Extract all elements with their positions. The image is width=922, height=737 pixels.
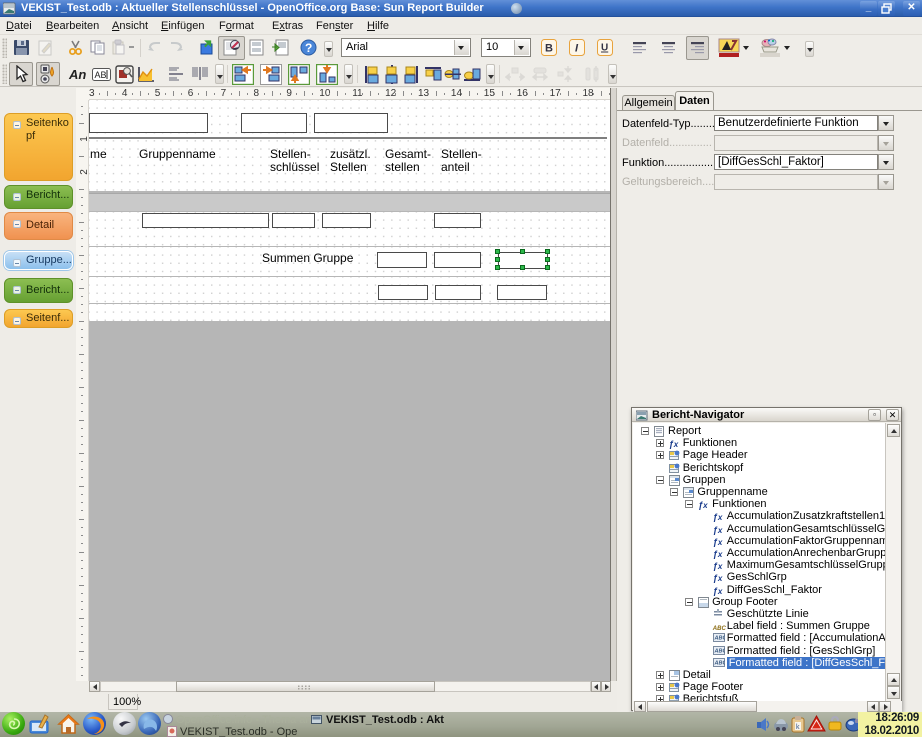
- svg-text:AB: AB: [95, 70, 107, 80]
- svg-text:ABC: ABC: [713, 660, 725, 666]
- svg-text:ABC: ABC: [713, 636, 725, 642]
- svg-text:U: U: [601, 43, 608, 54]
- svg-text:2: 2: [79, 169, 89, 175]
- svg-text:1: 1: [79, 136, 89, 142]
- svg-text:k: k: [796, 724, 800, 731]
- svg-text:?: ?: [305, 41, 312, 55]
- svg-text:ABC: ABC: [713, 648, 725, 654]
- svg-text:B: B: [545, 43, 553, 55]
